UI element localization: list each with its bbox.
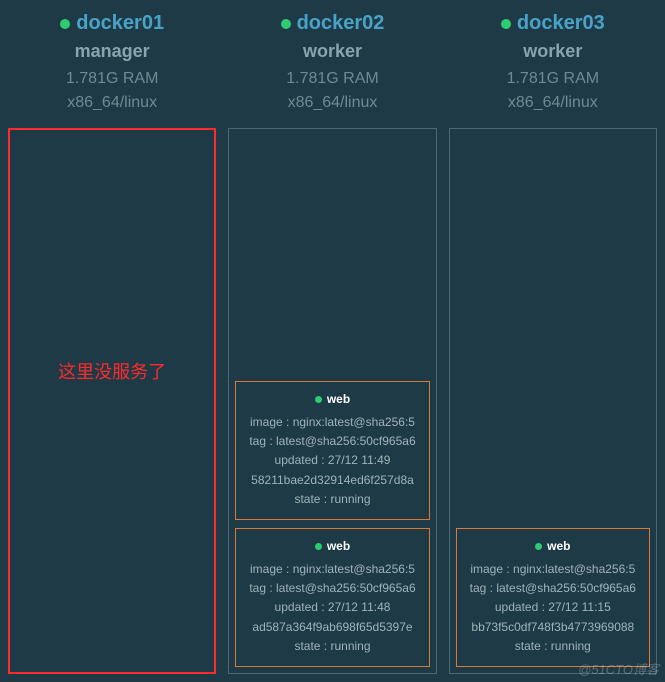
node-name: docker01: [76, 12, 164, 35]
node-column: docker01 manager 1.781G RAM x86_64/linux…: [8, 8, 216, 674]
task-image: image : nginx:latest@sha256:5: [240, 560, 424, 579]
node-column: docker02 worker 1.781G RAM x86_64/linux …: [228, 8, 436, 674]
node-columns: docker01 manager 1.781G RAM x86_64/linux…: [2, 8, 663, 674]
status-dot-icon: [315, 396, 322, 403]
node-arch: x86_64/linux: [449, 94, 657, 112]
task-service-label: web: [327, 537, 350, 556]
task-service-label: web: [547, 537, 570, 556]
task-updated: updated : 27/12 11:49: [240, 451, 424, 470]
node-title[interactable]: docker03: [449, 12, 657, 35]
task-id: 58211bae2d32914ed6f257d8a: [240, 471, 424, 490]
node-ram: 1.781G RAM: [228, 70, 436, 88]
node-role: worker: [449, 41, 657, 62]
node-arch: x86_64/linux: [8, 94, 216, 112]
status-dot-icon: [60, 19, 70, 29]
node-name: docker03: [517, 12, 605, 35]
status-dot-icon: [281, 19, 291, 29]
task-updated: updated : 27/12 11:15: [461, 598, 645, 617]
task-state: state : running: [461, 637, 645, 656]
node-column: docker03 worker 1.781G RAM x86_64/linux …: [449, 8, 657, 674]
node-header: docker03 worker 1.781G RAM x86_64/linux: [449, 8, 657, 128]
task-id: bb73f5c0df748f3b4773969088: [461, 618, 645, 637]
task-tag: tag : latest@sha256:50cf965a6: [240, 432, 424, 451]
task-updated: updated : 27/12 11:48: [240, 598, 424, 617]
node-body: web image : nginx:latest@sha256:5 tag : …: [228, 128, 436, 674]
task-tag: tag : latest@sha256:50cf965a6: [240, 579, 424, 598]
node-title[interactable]: docker02: [228, 12, 436, 35]
task-service-label: web: [327, 390, 350, 409]
node-role: manager: [8, 41, 216, 62]
task-state: state : running: [240, 637, 424, 656]
watermark: @51CTO博客: [578, 659, 659, 678]
task-card[interactable]: web image : nginx:latest@sha256:5 tag : …: [235, 381, 429, 520]
task-image: image : nginx:latest@sha256:5: [240, 413, 424, 432]
task-card[interactable]: web image : nginx:latest@sha256:5 tag : …: [235, 528, 429, 667]
task-image: image : nginx:latest@sha256:5: [461, 560, 645, 579]
task-tag: tag : latest@sha256:50cf965a6: [461, 579, 645, 598]
node-body: web image : nginx:latest@sha256:5 tag : …: [449, 128, 657, 674]
node-header: docker02 worker 1.781G RAM x86_64/linux: [228, 8, 436, 128]
task-state: state : running: [240, 490, 424, 509]
node-name: docker02: [297, 12, 385, 35]
node-role: worker: [228, 41, 436, 62]
empty-annotation: 这里没服务了: [10, 358, 214, 384]
node-header: docker01 manager 1.781G RAM x86_64/linux: [8, 8, 216, 128]
task-id: ad587a364f9ab698f65d5397e: [240, 618, 424, 637]
node-arch: x86_64/linux: [228, 94, 436, 112]
node-body: 这里没服务了: [8, 128, 216, 674]
node-title[interactable]: docker01: [8, 12, 216, 35]
status-dot-icon: [315, 543, 322, 550]
node-ram: 1.781G RAM: [8, 70, 216, 88]
task-card[interactable]: web image : nginx:latest@sha256:5 tag : …: [456, 528, 650, 667]
task-service-name: web: [240, 537, 424, 556]
node-ram: 1.781G RAM: [449, 70, 657, 88]
task-service-name: web: [240, 390, 424, 409]
status-dot-icon: [501, 19, 511, 29]
status-dot-icon: [535, 543, 542, 550]
task-service-name: web: [461, 537, 645, 556]
